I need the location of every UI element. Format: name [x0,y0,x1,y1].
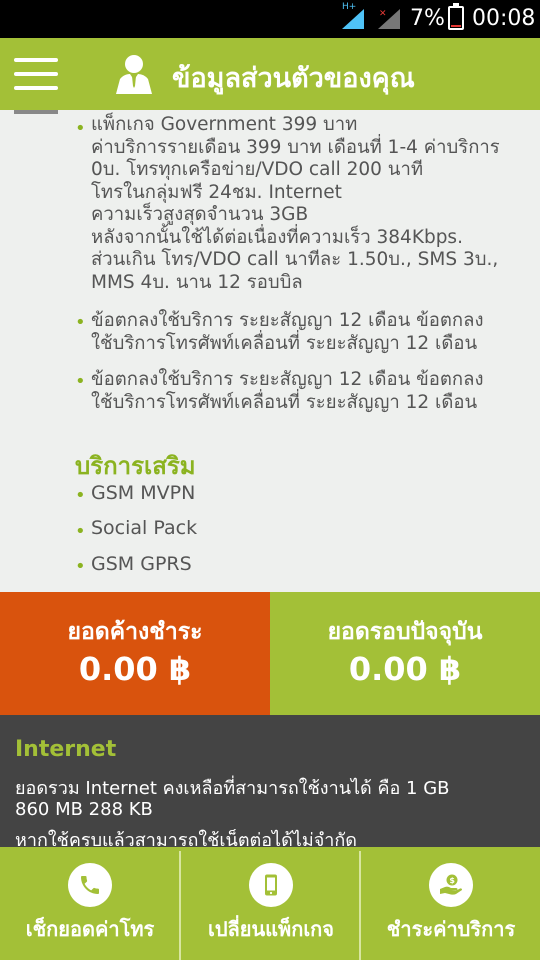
page-title: ข้อมูลส่วนตัวของคุณ [172,63,415,94]
hamburger-icon[interactable] [14,58,58,90]
internet-remaining-text: ยอดรวม Internet คงเหลือที่สามารถใช้งานได… [15,778,450,799]
bullet-icon: • [75,521,86,542]
bullet-icon: • [75,371,86,392]
drawer-handle [14,110,58,114]
current-cycle-balance-value: 0.00 ฿ [348,650,462,688]
current-cycle-balance-label: ยอดรอบปัจจุบัน [327,619,483,645]
current-cycle-balance-tile[interactable]: ยอดรอบปัจจุบัน 0.00 ฿ [270,592,540,715]
pay-bill-label: ชำระค่าบริการ [386,917,516,941]
change-package-button[interactable]: เปลี่ยนแพ็กเกจ [181,847,361,960]
service-item: GSM GPRS [91,553,192,575]
internet-unlimited-note: หากใช้ครบแล้วสามารถใช้เน็ตต่อได้ไม่จำกัด [15,830,357,847]
app-header: ข้อมูลส่วนตัวของคุณ [0,38,540,110]
svg-text:$: $ [449,876,455,885]
contract-description: ข้อตกลงใช้บริการ ระยะสัญญา 12 เดือน ข้อต… [91,310,484,354]
outstanding-balance-value: 0.00 ฿ [78,650,192,688]
service-item: Social Pack [91,517,198,539]
user-icon [116,55,152,94]
phone-icon [68,863,112,907]
battery-icon [448,3,464,30]
check-call-charges-button[interactable]: เช็กยอดค่าโทร [0,847,180,960]
battery-percent: 7% [410,6,445,31]
extra-services-title: บริการเสริม [75,452,196,480]
clock: 00:08 [472,6,536,31]
bullet-icon: • [75,312,86,333]
outstanding-balance-tile[interactable]: ยอดค้างชำระ 0.00 ฿ [0,592,270,715]
network-type-label: H+ [342,2,357,12]
profile-content[interactable]: • แพ็กเกจ Government 399 บาท ค่าบริการรา… [0,110,540,592]
bullet-icon: • [75,118,86,139]
outstanding-balance-label: ยอดค้างชำระ [67,619,203,645]
bullet-icon: • [75,485,86,506]
change-package-label: เปลี่ยนแพ็กเกจ [207,917,335,941]
internet-usage-panel: Internet ยอดรวม Internet คงเหลือที่สามาร… [0,715,540,847]
contract-description: ข้อตกลงใช้บริการ ระยะสัญญา 12 เดือน ข้อต… [91,369,484,413]
status-bar: H+ ✕ 7% 00:08 [0,0,540,38]
svg-text:✕: ✕ [379,9,387,19]
service-item: GSM MVPN [91,482,196,504]
bullet-icon: • [75,556,86,577]
check-call-charges-label: เช็กยอดค่าโทร [25,917,155,941]
internet-title: Internet [15,737,117,762]
internet-remaining-amount: 860 MB 288 KB [15,799,153,820]
pay-bill-button[interactable]: $ ชำระค่าบริการ [361,847,540,960]
payment-hand-icon: $ [429,863,473,907]
bottom-navigation: เช็กยอดค่าโทร เปลี่ยนแพ็กเกจ $ ชำระค่าบร… [0,847,540,960]
mobile-phone-icon [249,863,293,907]
package-description: แพ็กเกจ Government 399 บาท ค่าบริการรายเ… [91,114,500,293]
signal-strength-icon: ✕ [378,9,400,29]
